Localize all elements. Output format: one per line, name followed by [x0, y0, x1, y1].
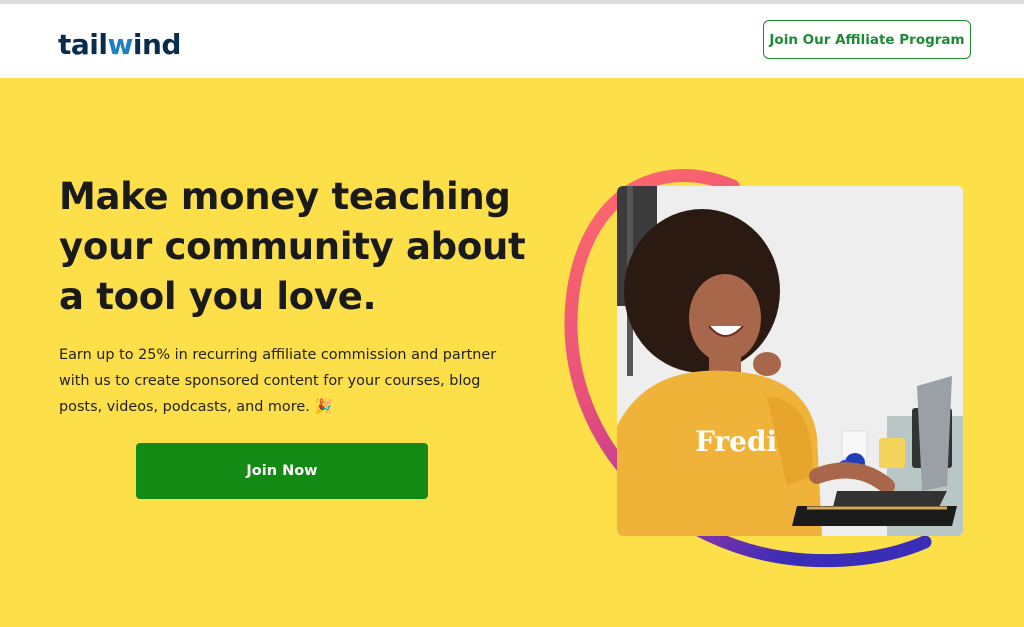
join-now-button[interactable]: Join Now — [136, 443, 428, 499]
tailwind-logo[interactable]: tail w ind — [58, 21, 181, 61]
woman-at-laptop-illustration: Fredi — [617, 186, 963, 536]
site-header: tail w ind Join Our Affiliate Program — [0, 4, 1024, 78]
logo-text-w: w — [107, 28, 133, 61]
hero-subtext: Earn up to 25% in recurring affiliate co… — [59, 347, 497, 415]
join-affiliate-program-button[interactable]: Join Our Affiliate Program — [763, 20, 971, 59]
sweatshirt-text: Fredi — [695, 425, 777, 458]
hero-section: Make money teaching your community about… — [0, 78, 1024, 627]
logo-text-prefix: tail — [58, 28, 108, 61]
hero-photo: Fredi — [617, 186, 963, 536]
logo-text-suffix: ind — [132, 28, 182, 61]
hero-headline: Make money teaching your community about… — [59, 175, 526, 318]
